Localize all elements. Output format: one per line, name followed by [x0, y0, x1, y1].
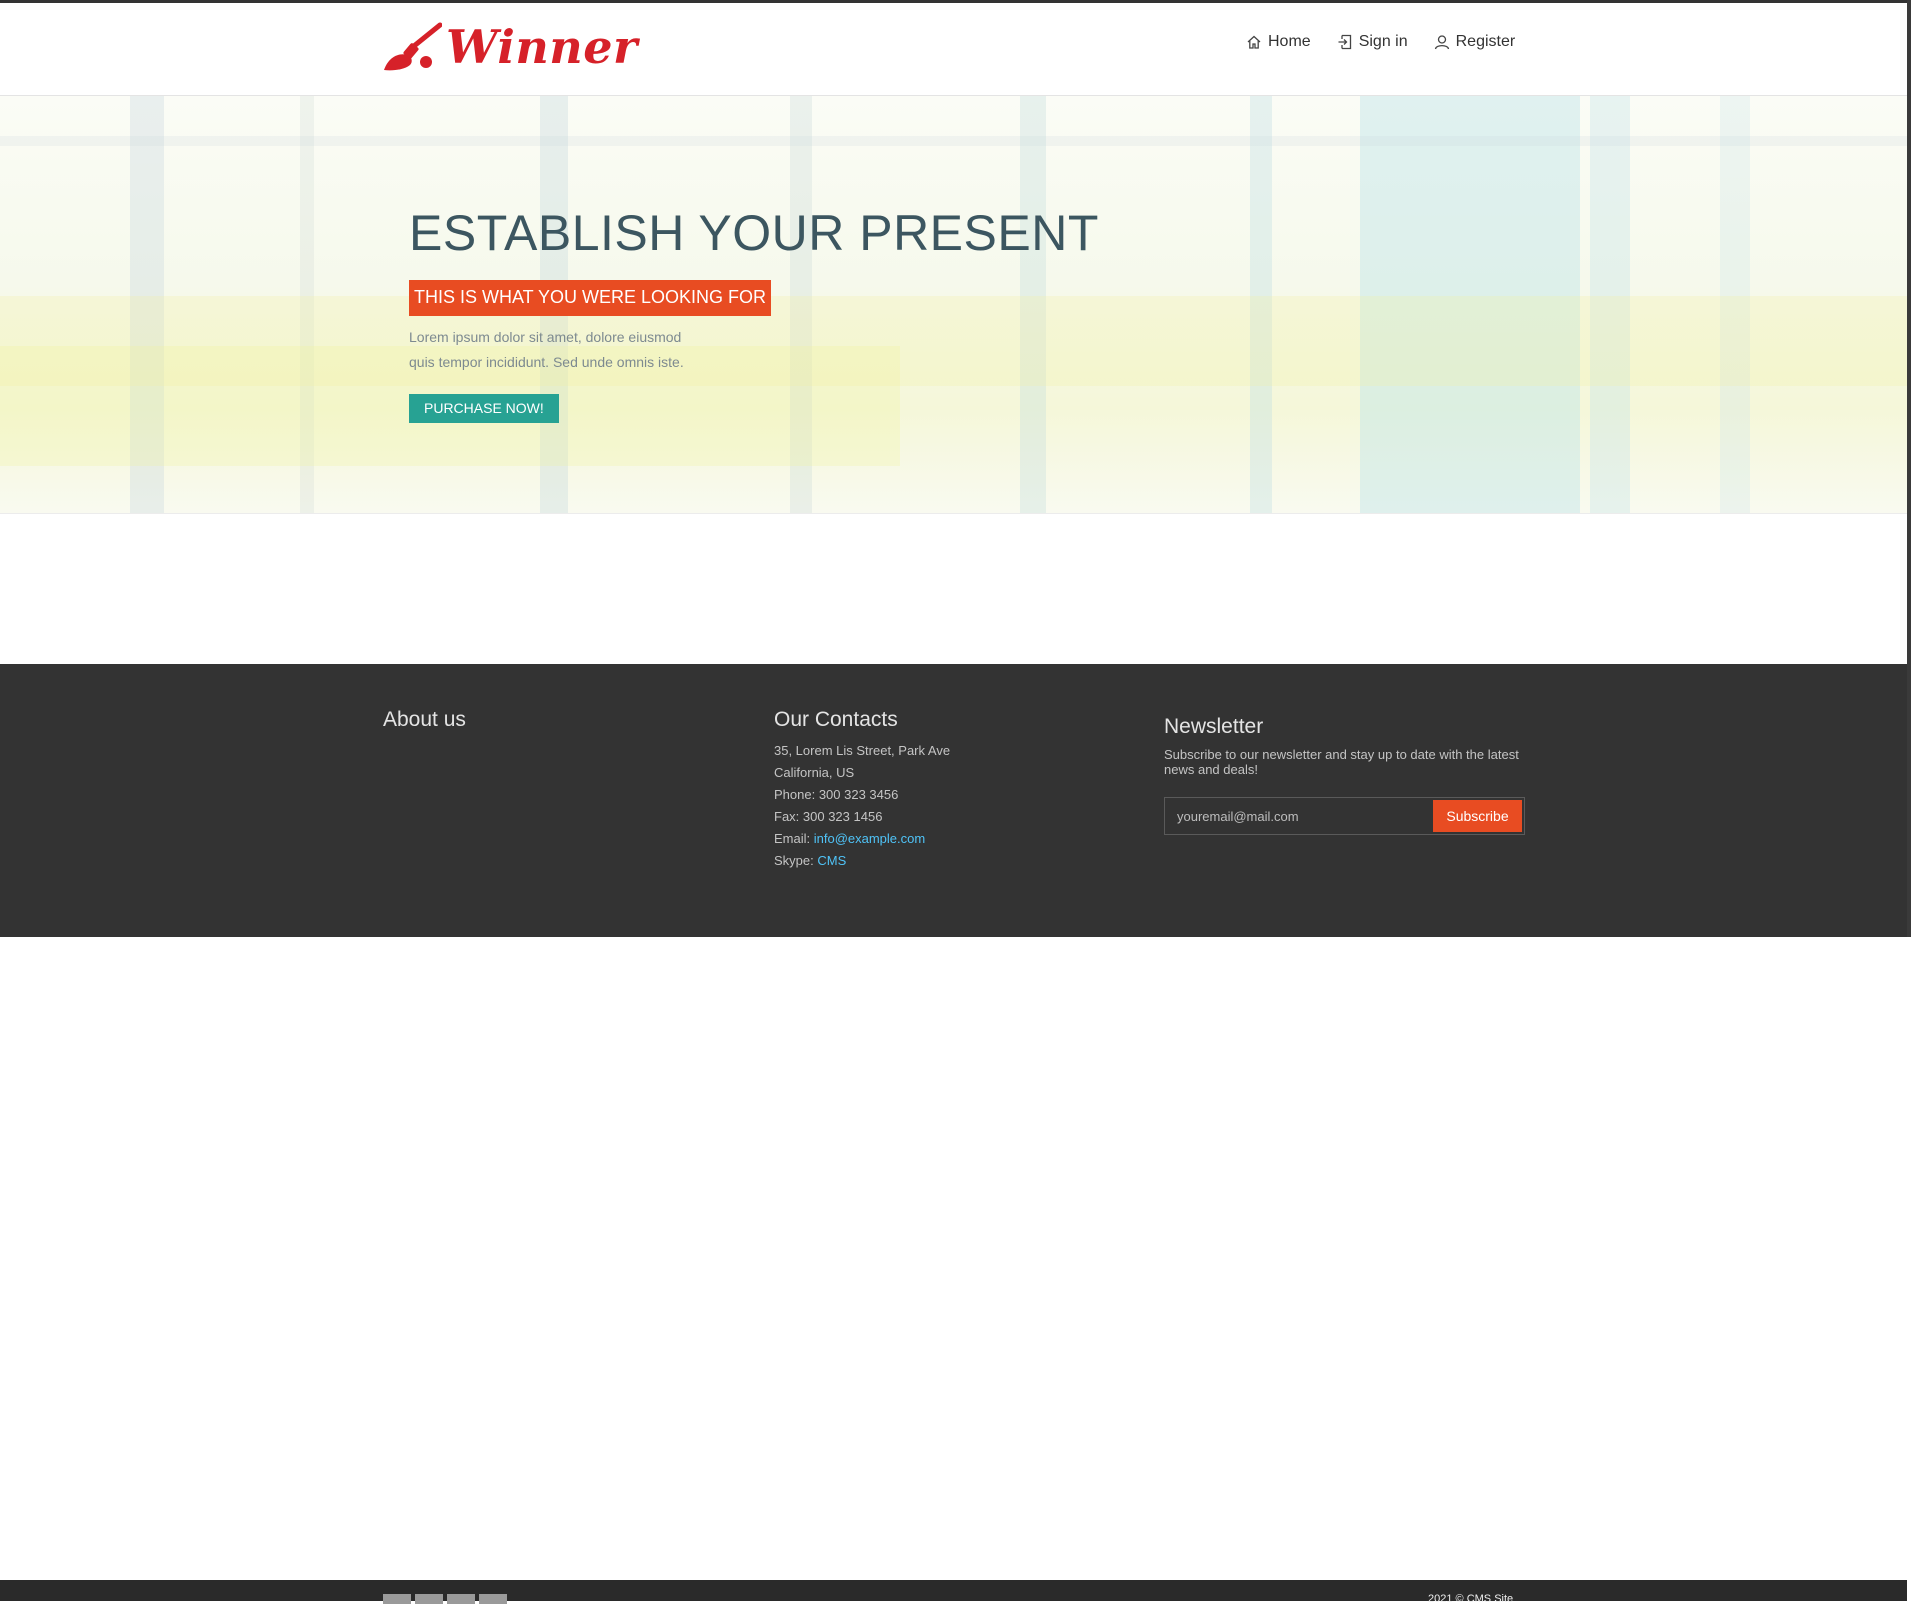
brand-name: Winner [446, 20, 638, 74]
contact-email-link[interactable]: info@example.com [814, 831, 925, 846]
newsletter-heading: Newsletter [1164, 715, 1264, 738]
scrollbar[interactable] [1907, 0, 1911, 937]
contact-skype-row: Skype: CMS [774, 850, 950, 872]
contact-email-row: Email: info@example.com [774, 828, 950, 850]
contact-address-line2: California, US [774, 765, 855, 780]
subscribe-button[interactable]: Subscribe [1433, 800, 1522, 832]
footer-about: About us [383, 708, 466, 732]
contact-address-line1: 35, Lorem Lis Street, Park Ave [774, 743, 951, 758]
social-icon[interactable] [415, 1594, 443, 1604]
hero-banner: ESTABLISH YOUR PRESENT THIS IS WHAT YOU … [0, 96, 1907, 514]
contact-fax: Fax: 300 323 1456 [774, 809, 883, 824]
home-icon [1247, 35, 1261, 49]
user-icon [1434, 35, 1449, 50]
footer-newsletter: Newsletter Subscribe to our newsletter a… [1164, 715, 1525, 835]
nav-home[interactable]: Home [1246, 33, 1311, 51]
newsletter-email-input[interactable] [1165, 798, 1430, 834]
footer-contacts: Our Contacts 35, Lorem Lis Street, Park … [774, 708, 950, 872]
nav-sign-in-label: Sign in [1358, 33, 1408, 50]
social-icons [383, 1594, 507, 1604]
contacts-heading: Our Contacts [774, 708, 898, 731]
sign-in-icon [1338, 34, 1351, 50]
contact-skype-link[interactable]: CMS [817, 853, 846, 868]
copyright-text: 2021 © CMS Site [1428, 1593, 1514, 1605]
contacts-list: 35, Lorem Lis Street, Park Ave Californi… [774, 740, 950, 872]
nav-register[interactable]: Register [1434, 33, 1516, 51]
nav-register-label: Register [1455, 33, 1516, 50]
hero-title: ESTABLISH YOUR PRESENT [409, 205, 1099, 261]
social-icon[interactable] [479, 1594, 507, 1604]
footer-bottom-bar: 2021 © CMS Site [0, 1580, 1907, 1605]
hero-description: Lorem ipsum dolor sit amet, dolore eiusm… [409, 329, 684, 370]
main-nav: Home Sign in Register [1246, 33, 1515, 51]
nav-home-label: Home [1268, 33, 1311, 50]
about-heading: About us [383, 708, 466, 731]
site-header: Winner Home Sign in Register [0, 3, 1907, 96]
nav-sign-in[interactable]: Sign in [1337, 33, 1408, 51]
contact-phone: Phone: 300 323 3456 [774, 787, 899, 802]
paintbrush-logo-icon [384, 22, 442, 71]
newsletter-form: Subscribe [1164, 797, 1525, 835]
brand-logo[interactable]: Winner [382, 19, 638, 75]
hero-content: ESTABLISH YOUR PRESENT THIS IS WHAT YOU … [409, 204, 1099, 423]
newsletter-description: Subscribe to our newsletter and stay up … [1164, 747, 1519, 777]
social-icon[interactable] [383, 1594, 411, 1604]
social-icon[interactable] [447, 1594, 475, 1604]
site-footer: About us Our Contacts 35, Lorem Lis Stre… [0, 664, 1907, 1605]
contact-email-label: Email: [774, 831, 814, 846]
hero-tagline: THIS IS WHAT YOU WERE LOOKING FOR [409, 280, 772, 316]
purchase-now-button[interactable]: PURCHASE NOW! [409, 394, 559, 423]
contact-skype-label: Skype: [774, 853, 818, 868]
